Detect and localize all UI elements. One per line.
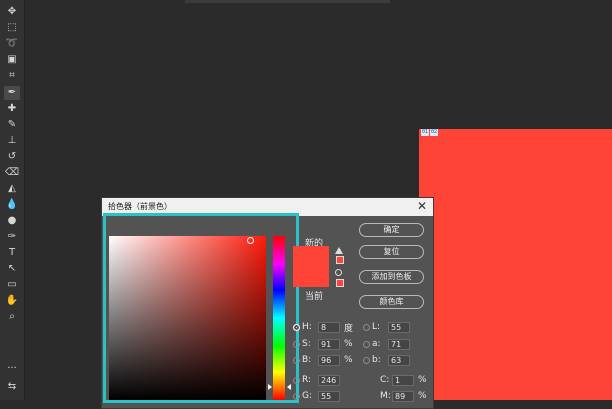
current-color-swatch[interactable] bbox=[293, 267, 329, 287]
a-input[interactable]: 71 bbox=[388, 338, 410, 350]
clone-stamp-tool-icon[interactable]: ⊥ bbox=[4, 134, 20, 148]
b-label: B: bbox=[302, 355, 312, 365]
lab-b-radio[interactable] bbox=[363, 356, 370, 364]
l-input[interactable]: 55 bbox=[388, 321, 410, 333]
pen-tool-icon[interactable]: ✑ bbox=[4, 230, 20, 244]
hsb-row-s: S: 91 % bbox=[293, 338, 353, 350]
hsb-row-h: H: 8 度 bbox=[293, 321, 354, 334]
layer-badge-2: 02 bbox=[430, 129, 439, 136]
rgb-row-g: G: 55 bbox=[293, 390, 340, 402]
r-label: R: bbox=[302, 375, 312, 385]
gamut-color-swatch[interactable] bbox=[336, 256, 344, 264]
cmyk-row-m: M: 89 % bbox=[380, 390, 427, 402]
b-radio[interactable] bbox=[293, 356, 300, 364]
eyedropper-tool-icon[interactable]: ✒ bbox=[4, 86, 20, 100]
hand-tool-icon[interactable]: ✋ bbox=[4, 294, 20, 308]
type-tool-icon[interactable]: T bbox=[4, 246, 20, 260]
h-input[interactable]: 8 bbox=[318, 321, 340, 333]
lasso-tool-icon[interactable]: ➰ bbox=[4, 37, 20, 51]
gamut-warning-icon[interactable] bbox=[335, 247, 343, 254]
add-to-swatches-button[interactable]: 添加到色板 bbox=[359, 270, 424, 284]
b-input[interactable]: 96 bbox=[318, 354, 340, 366]
move-tool-icon[interactable]: ✥ bbox=[4, 5, 20, 19]
layer-badge-1: 01 bbox=[421, 129, 430, 136]
s-label: S: bbox=[302, 339, 311, 349]
document-canvas[interactable] bbox=[419, 129, 612, 400]
reset-button[interactable]: 复位 bbox=[359, 245, 424, 259]
options-bar-edge bbox=[185, 0, 390, 3]
g-radio[interactable] bbox=[293, 392, 300, 400]
layer-badge: 01 02 bbox=[421, 129, 439, 136]
r-radio[interactable] bbox=[293, 376, 300, 384]
shape-tool-icon[interactable]: ▭ bbox=[4, 278, 20, 292]
lab-b-label: b: bbox=[372, 355, 381, 365]
dialog-title: 拾色器（前景色） bbox=[108, 202, 172, 211]
c-input[interactable]: 1 bbox=[392, 374, 414, 386]
lab-row-b: b: 63 bbox=[363, 354, 410, 366]
c-unit: % bbox=[418, 375, 427, 385]
b-unit: % bbox=[344, 355, 353, 365]
l-label: L: bbox=[372, 322, 381, 332]
color-libraries-button[interactable]: 颜色库 bbox=[359, 295, 424, 309]
h-unit: 度 bbox=[344, 323, 354, 334]
h-radio[interactable] bbox=[293, 323, 300, 331]
current-color-label: 当前 bbox=[305, 292, 324, 302]
path-select-tool-icon[interactable]: ↖ bbox=[4, 262, 20, 276]
l-radio[interactable] bbox=[363, 323, 370, 331]
web-safe-color-swatch[interactable] bbox=[336, 279, 344, 287]
s-unit: % bbox=[344, 339, 353, 349]
eraser-tool-icon[interactable]: ⌫ bbox=[4, 166, 20, 180]
new-color-swatch bbox=[293, 246, 329, 267]
hsb-row-b: B: 96 % bbox=[293, 354, 353, 366]
healing-brush-tool-icon[interactable]: ✚ bbox=[4, 102, 20, 116]
marquee-tool-icon[interactable]: ⬚ bbox=[4, 21, 20, 35]
brush-tool-icon[interactable]: ✎ bbox=[4, 118, 20, 132]
tools-panel: ✥ ⬚ ➰ ▣ ⌗ ✒ ✚ ✎ ⊥ ↺ ⌫ ◭ 💧 ● ✑ T ↖ ▭ ✋ ⌕ … bbox=[0, 0, 25, 400]
object-select-tool-icon[interactable]: ▣ bbox=[4, 53, 20, 67]
h-label: H: bbox=[302, 322, 312, 332]
ok-button[interactable]: 确定 bbox=[359, 223, 424, 237]
lab-b-input[interactable]: 63 bbox=[388, 354, 410, 366]
s-radio[interactable] bbox=[293, 340, 300, 348]
blur-tool-icon[interactable]: 💧 bbox=[4, 198, 20, 212]
a-radio[interactable] bbox=[363, 340, 370, 348]
zoom-tool-icon[interactable]: ⌕ bbox=[4, 310, 20, 324]
crop-tool-icon[interactable]: ⌗ bbox=[4, 69, 20, 83]
cmyk-row-c: C: 1 % bbox=[380, 374, 427, 386]
c-label: C: bbox=[380, 375, 390, 385]
default-colors-icon[interactable]: ⇆ bbox=[4, 380, 20, 394]
r-input[interactable]: 246 bbox=[318, 374, 340, 386]
a-label: a: bbox=[372, 339, 381, 349]
history-brush-tool-icon[interactable]: ↺ bbox=[4, 150, 20, 164]
paint-bucket-tool-icon[interactable]: ◭ bbox=[4, 182, 20, 196]
more-tools-icon[interactable]: ··· bbox=[4, 362, 20, 376]
web-safe-cube-icon[interactable] bbox=[335, 269, 342, 276]
lab-row-l: L: 55 bbox=[363, 321, 410, 333]
lab-row-a: a: 71 bbox=[363, 338, 410, 350]
dodge-tool-icon[interactable]: ● bbox=[4, 214, 20, 228]
s-input[interactable]: 91 bbox=[318, 338, 340, 350]
close-icon[interactable]: ✕ bbox=[415, 199, 429, 213]
highlight-frame bbox=[103, 213, 299, 403]
rgb-row-r: R: 246 bbox=[293, 374, 340, 386]
